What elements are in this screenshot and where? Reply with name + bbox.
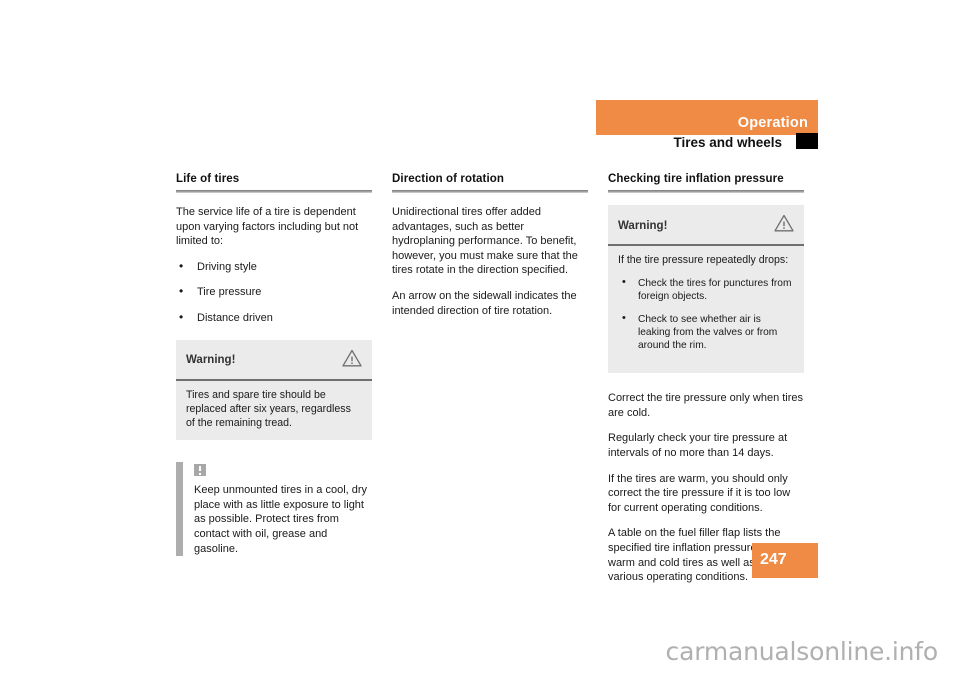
- page-number: 247: [760, 551, 787, 568]
- column-direction-of-rotation: Direction of rotation Unidirectional tir…: [392, 172, 588, 585]
- warning-bullet-list: Check the tires for punctures from forei…: [618, 276, 794, 353]
- heading-rule: [392, 190, 588, 193]
- list-item: Check the tires for punctures from forei…: [618, 276, 794, 303]
- note-accent-bar: [176, 462, 183, 557]
- heading-rule: [608, 190, 804, 193]
- section-heading: Life of tires: [176, 173, 240, 185]
- warning-intro-text: If the tire pressure repeatedly drops:: [618, 254, 789, 266]
- section-heading: Direction of rotation: [392, 173, 504, 185]
- list-item: Distance driven: [176, 310, 372, 326]
- note-content: Keep unmounted tires in a cool, dry plac…: [194, 462, 372, 556]
- page-number-box: 247: [752, 543, 818, 578]
- heading-rule: [176, 190, 372, 193]
- list-item: Tire pressure: [176, 284, 372, 300]
- column-life-of-tires: Life of tires The service life of a tire…: [176, 172, 372, 585]
- chapter-tab-marker: [796, 133, 818, 149]
- paragraph: Regularly check your tire pressure at in…: [608, 432, 788, 459]
- section-heading: Checking tire inflation pressure: [608, 173, 784, 185]
- warning-triangle-icon: [342, 349, 362, 372]
- warning-text: Tires and spare tire should be replaced …: [186, 388, 351, 429]
- paragraph: Unidirectional tires offer added advanta…: [392, 206, 578, 277]
- warning-header: Warning!: [608, 205, 804, 244]
- warning-body: If the tire pressure repeatedly drops: C…: [608, 246, 804, 373]
- note-box: Keep unmounted tires in a cool, dry plac…: [176, 462, 372, 557]
- chapter-title: Tires and wheels: [673, 135, 782, 150]
- watermark: carmanualsonline.info: [665, 637, 939, 666]
- page-columns: Life of tires The service life of a tire…: [176, 172, 820, 585]
- warning-box: Warning! If the tire pressure repeatedly…: [608, 205, 804, 374]
- chapter-header-bar: Operation: [596, 100, 818, 135]
- paragraph: An arrow on the sidewall indicates the i…: [392, 289, 577, 317]
- section-title: Operation: [737, 115, 808, 131]
- chapter-subheader: Tires and wheels: [596, 133, 818, 151]
- list-item: Check to see whether air is leaking from…: [618, 312, 794, 353]
- warning-title: Warning!: [186, 354, 236, 367]
- bullet-list: Driving style Tire pressure Distance dri…: [176, 259, 372, 326]
- warning-header: Warning!: [176, 340, 372, 379]
- list-item: Driving style: [176, 259, 372, 275]
- paragraph: The service life of a tire is dependent …: [176, 206, 359, 248]
- paragraph: If the tires are warm, you should only c…: [608, 472, 791, 514]
- note-exclamation-icon: [194, 464, 206, 477]
- column-checking-tire-inflation-pressure: Checking tire inflation pressure Warning…: [608, 172, 804, 585]
- warning-body: Tires and spare tire should be replaced …: [176, 381, 372, 441]
- warning-title: Warning!: [618, 219, 668, 232]
- warning-box: Warning! Tires and spare tire should be …: [176, 339, 372, 441]
- warning-triangle-icon: [774, 214, 794, 237]
- note-text: Keep unmounted tires in a cool, dry plac…: [194, 484, 368, 555]
- paragraph: Correct the tire pressure only when tire…: [608, 392, 804, 419]
